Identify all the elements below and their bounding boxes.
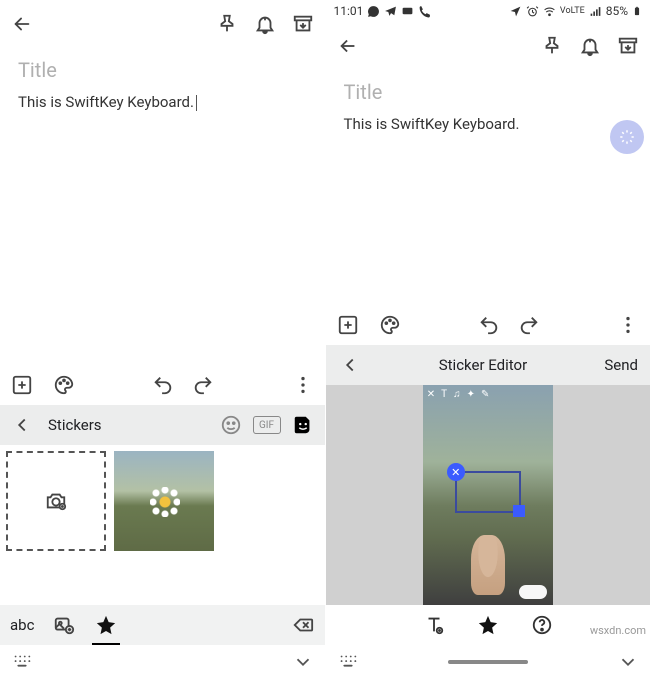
star-tool-button[interactable] [476, 613, 500, 637]
reminder-button[interactable] [578, 34, 602, 58]
gif-tab[interactable]: GIF [253, 416, 281, 434]
note-content[interactable]: Title This is SwiftKey Keyboard. [0, 48, 325, 365]
wifi-icon [543, 5, 556, 18]
note-body-input[interactable]: This is SwiftKey Keyboard. [18, 93, 197, 111]
app-header [326, 22, 650, 70]
close-icon[interactable]: ✕ [427, 389, 435, 400]
note-toolbar [326, 305, 650, 345]
camera-tile[interactable] [6, 451, 106, 551]
whatsapp-icon [367, 5, 380, 18]
archive-button[interactable] [291, 12, 315, 36]
hand-shape [471, 535, 505, 595]
crop-rectangle[interactable]: ✕ [455, 471, 521, 513]
edit-fab[interactable] [610, 120, 644, 154]
editor-preview[interactable]: ✕ T ♫ ✦ ✎ ✕ [423, 385, 553, 605]
add-button[interactable] [10, 373, 34, 397]
editor-toolbar-icons: ✕ T ♫ ✦ ✎ [427, 389, 549, 400]
stickers-title: Stickers [48, 416, 102, 434]
back-button[interactable] [336, 34, 360, 58]
note-content[interactable]: Title This is SwiftKey Keyboard. [326, 70, 650, 150]
star-tab[interactable] [94, 613, 118, 637]
sticker-thumbnail[interactable] [114, 451, 214, 551]
collapse-keyboard-button[interactable] [291, 650, 315, 674]
text-icon[interactable]: T [441, 389, 447, 400]
undo-button[interactable] [151, 373, 175, 397]
gesture-handle[interactable] [448, 660, 528, 664]
add-button[interactable] [336, 313, 360, 337]
sticker-editor-header: Sticker Editor Send [326, 345, 650, 385]
signal-icon [589, 5, 602, 18]
app-header [0, 0, 325, 48]
battery-label: 85% [606, 4, 628, 18]
crop-resize-handle[interactable] [513, 505, 525, 517]
keyboard-collapse-row [0, 645, 325, 679]
volte-icon: VoLTE [560, 6, 585, 16]
stickers-back-button[interactable] [10, 413, 34, 437]
status-time: 11:01 [334, 4, 364, 18]
editor-back-button[interactable] [338, 353, 362, 377]
reminder-button[interactable] [253, 12, 277, 36]
help-button[interactable] [530, 613, 554, 637]
abc-button[interactable]: abc [10, 616, 34, 634]
watermark: wsxdn.com [590, 624, 646, 637]
editor-title: Sticker Editor [362, 356, 605, 374]
status-bar: 11:01 VoLTE [326, 0, 650, 22]
stickers-tab[interactable] [291, 413, 315, 437]
effects-icon[interactable]: ✦ [467, 389, 475, 400]
more-button[interactable] [616, 313, 640, 337]
archive-button[interactable] [616, 34, 640, 58]
location-icon [509, 5, 522, 18]
image-plus-button[interactable] [52, 613, 76, 637]
more-button[interactable] [291, 373, 315, 397]
undo-button[interactable] [477, 313, 501, 337]
keyboard-grid-icon[interactable] [10, 650, 34, 674]
battery-icon [632, 4, 642, 18]
send-button[interactable]: Send [604, 356, 638, 374]
next-pill[interactable] [519, 585, 547, 599]
stickers-grid [0, 445, 325, 605]
back-button[interactable] [10, 12, 34, 36]
draw-icon[interactable]: ✎ [481, 389, 489, 400]
note-title-input[interactable]: Title [18, 58, 307, 82]
collapse-keyboard-button[interactable] [616, 650, 640, 674]
keyboard-collapse-row [326, 645, 650, 679]
redo-button[interactable] [517, 313, 541, 337]
left-pane: Title This is SwiftKey Keyboard. Sticker… [0, 0, 326, 679]
right-pane: 11:01 VoLTE [326, 0, 650, 679]
pin-button[interactable] [540, 34, 564, 58]
message-icon [401, 5, 414, 18]
note-toolbar [0, 365, 325, 405]
telegram-icon [384, 5, 397, 18]
stickers-header: Stickers GIF [0, 405, 325, 445]
music-icon[interactable]: ♫ [453, 389, 461, 400]
palette-button[interactable] [378, 313, 402, 337]
note-title-input[interactable]: Title [344, 80, 633, 104]
backspace-button[interactable] [291, 613, 315, 637]
phone-icon [418, 5, 431, 18]
palette-button[interactable] [52, 373, 76, 397]
redo-button[interactable] [191, 373, 215, 397]
emoji-tab[interactable] [219, 413, 243, 437]
keyboard-grid-icon[interactable] [336, 650, 360, 674]
text-tool-button[interactable] [422, 613, 446, 637]
crop-delete-icon[interactable]: ✕ [447, 463, 465, 481]
daisy-photo [114, 451, 214, 551]
note-body-input[interactable]: This is SwiftKey Keyboard. [344, 115, 520, 133]
keyboard-bottom-row: abc [0, 605, 325, 645]
pin-button[interactable] [215, 12, 239, 36]
sticker-editor-canvas[interactable]: ✕ T ♫ ✦ ✎ ✕ [326, 385, 650, 605]
alarm-icon [526, 5, 539, 18]
